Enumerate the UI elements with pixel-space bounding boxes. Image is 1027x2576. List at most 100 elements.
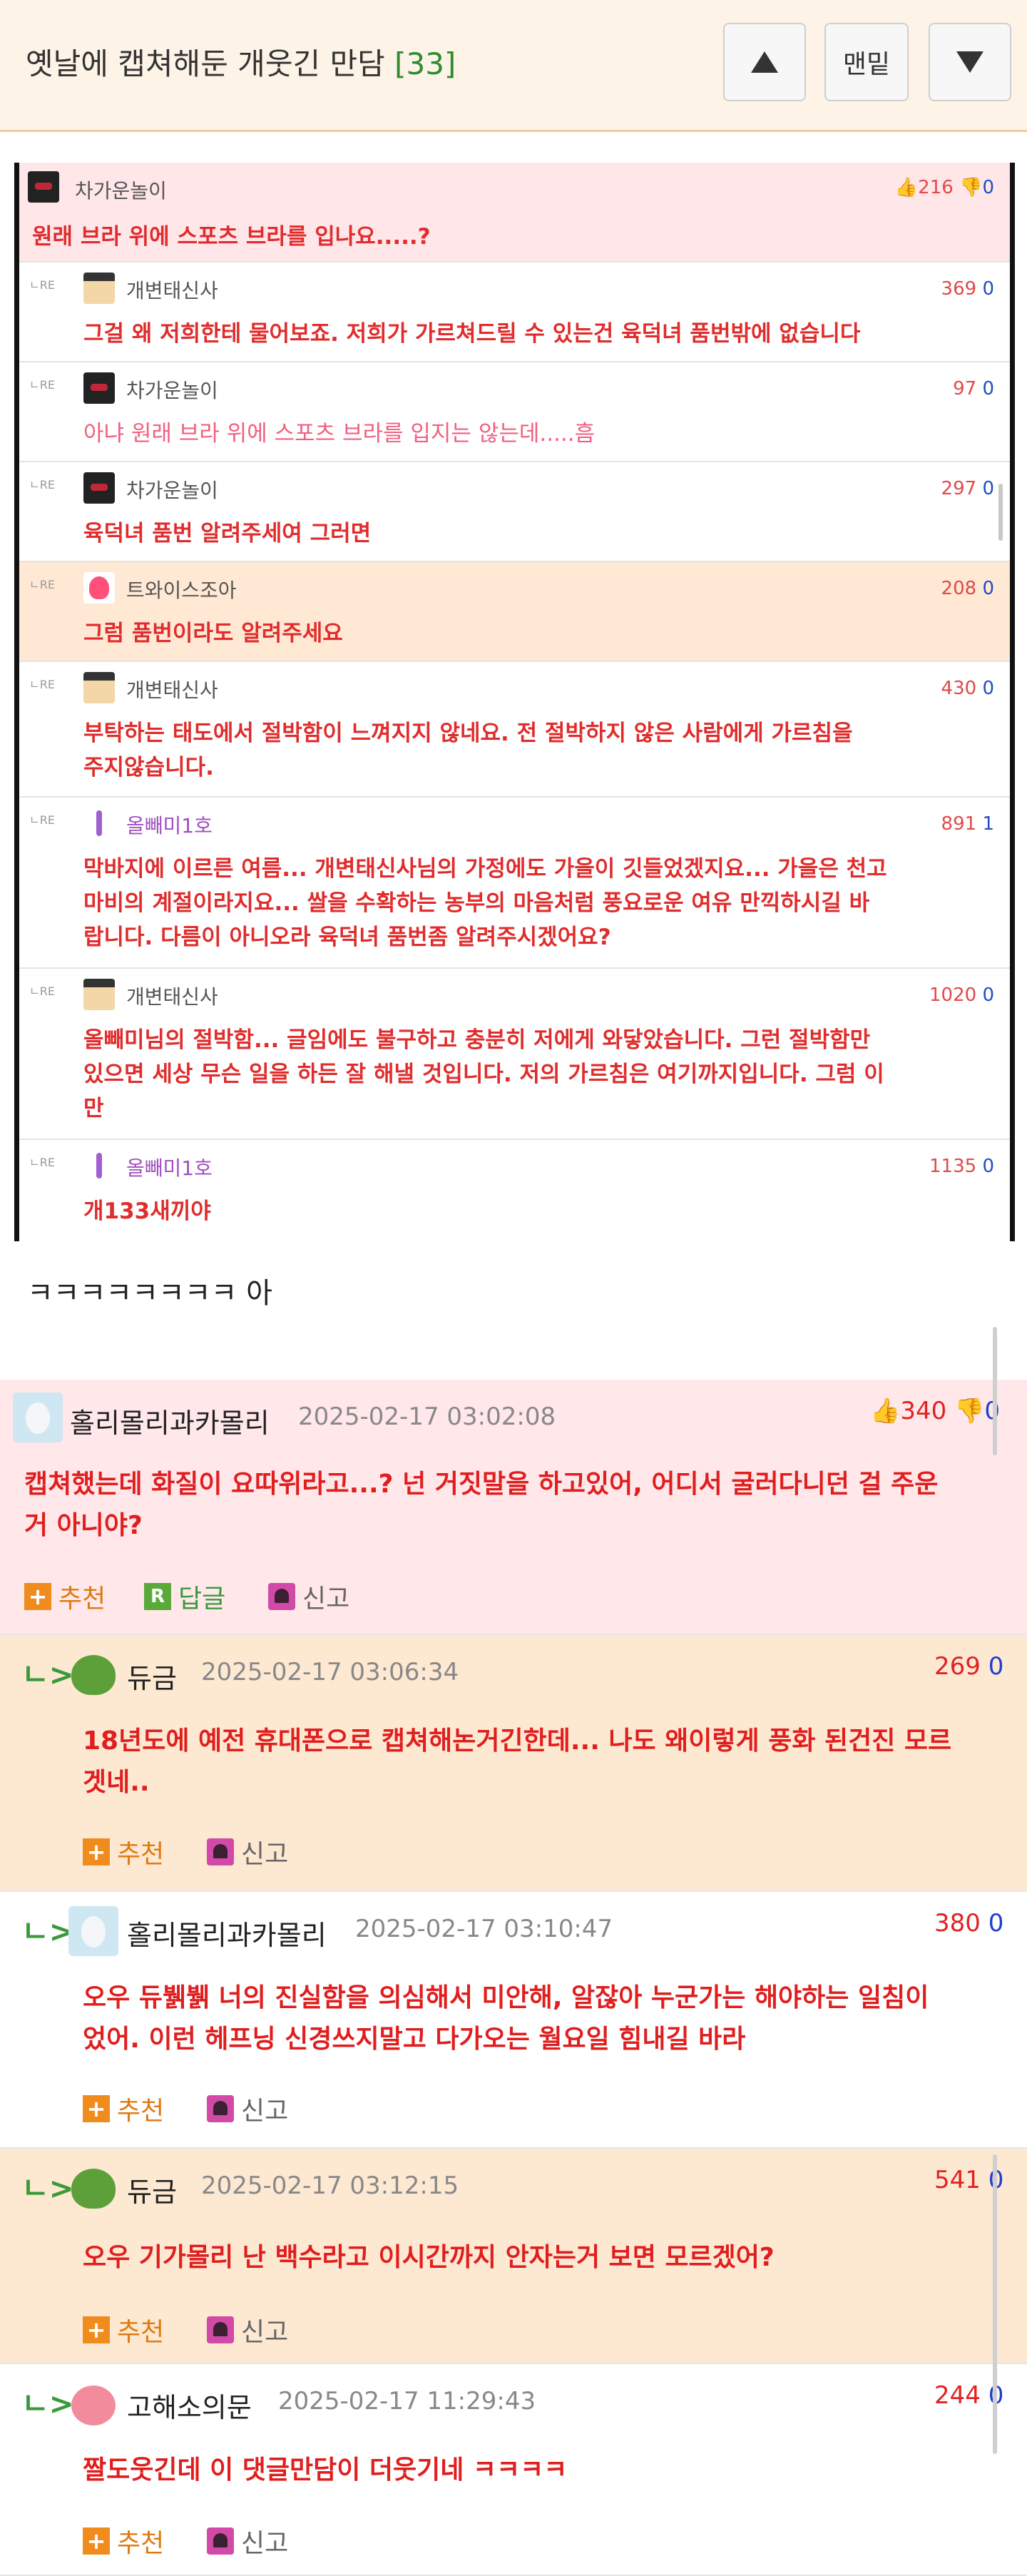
shot-nickname: 올빼미1호: [126, 1156, 213, 1180]
comment-date: 2025-02-17 03:06:34: [201, 1658, 459, 1686]
recommend-button[interactable]: + 추천: [83, 2522, 164, 2560]
page-scrollbar[interactable]: [993, 1327, 997, 1455]
report-button[interactable]: 신고: [207, 2090, 288, 2127]
comment-votes: 👍340 👎0: [870, 1397, 1000, 1425]
report-icon: [207, 2095, 234, 2122]
shot-nickname: 차가운놀이: [75, 179, 167, 203]
comment-nickname[interactable]: 고해소의문: [127, 2386, 252, 2425]
comment-item: 홀리몰리과카몰리 2025-02-17 03:02:08 👍340 👎0 캡쳐했…: [0, 1380, 1027, 1635]
reply-icon: R: [144, 1583, 171, 1610]
scroll-up-button[interactable]: [723, 23, 806, 101]
shot-comment: ㄴRE 개변태신사 369 0 그걸 왜 저희한테 물어보죠. 저희가 가르쳐드…: [19, 263, 1010, 362]
re-label: ㄴRE: [29, 813, 55, 827]
comment-nickname[interactable]: 듀금: [127, 1656, 177, 1696]
shot-comment-text: 육덕녀 품번 알려주세여 그러면: [83, 521, 372, 546]
shot-comment-text: 그걸 왜 저희한테 물어보죠. 저희가 가르쳐드릴 수 있는건 육덕녀 품번밖에…: [83, 321, 861, 347]
report-icon: [207, 2316, 234, 2343]
shot-comment-text: 마비의 계절이라지요... 쌀을 수확하는 농부의 마음처럼 풍요로운 여유 만…: [83, 890, 870, 916]
recommend-button[interactable]: + 추천: [83, 2090, 164, 2127]
re-label: ㄴRE: [29, 378, 55, 392]
comment-count[interactable]: [33]: [394, 46, 456, 81]
shot-comment-text: 막바지에 이르른 여름... 개변태신사님의 가정에도 가을이 깃들었겠지요..…: [83, 856, 887, 882]
shot-nickname: 개변태신사: [126, 678, 218, 702]
report-button[interactable]: 신고: [207, 1833, 288, 1870]
reply-arrow-icon: ㄴ>: [21, 2171, 74, 2206]
go-bottom-button[interactable]: 맨밑: [824, 23, 909, 101]
post-title-text: 옛날에 캡쳐해둔 개웃긴 만담: [26, 46, 385, 81]
comment-item: ㄴ> 홀리몰리과카몰리 2025-02-17 03:10:47 380 0 오우…: [0, 1892, 1027, 2149]
shot-comment: ㄴRE 개변태신사 430 0 부탁하는 태도에서 절박함이 느껴지지 않네요.…: [19, 662, 1010, 798]
thumb-up-icon: 👍: [870, 1397, 901, 1425]
avatar: [83, 273, 115, 304]
re-label: ㄴRE: [29, 578, 55, 591]
re-label: ㄴRE: [29, 678, 55, 691]
avatar: [83, 1150, 115, 1181]
re-label: ㄴRE: [29, 1156, 55, 1169]
comment-date: 2025-02-17 11:29:43: [278, 2387, 536, 2415]
comment-text: 겟네..: [83, 1768, 150, 1797]
report-button[interactable]: 신고: [268, 1578, 349, 1615]
shot-votes: 430 0: [941, 678, 994, 699]
shot-comment-text: 그럼 품번이라도 알려주세요: [83, 621, 343, 646]
shot-votes: 97 0: [953, 378, 994, 399]
post-body-text: ㅋㅋㅋㅋㅋㅋㅋㅋ 아: [27, 1277, 272, 1310]
shot-comment-text: 아냐 원래 브라 위에 스포츠 브라를 입지는 않는데.....흠: [83, 421, 596, 447]
shot-comment: ㄴRE 트와이스조아 208 0 그럼 품번이라도 알려주세요: [19, 562, 1010, 662]
avatar[interactable]: [68, 2163, 118, 2213]
avatar: [83, 472, 115, 504]
shot-nickname: 올빼미1호: [126, 814, 213, 838]
report-button[interactable]: 신고: [207, 2522, 288, 2560]
post-title: 옛날에 캡쳐해둔 개웃긴 만담 [33]: [26, 40, 456, 83]
comment-date: 2025-02-17 03:12:15: [201, 2172, 459, 2200]
shot-comment: ㄴRE 올빼미1호 1135 0 개133새끼야: [19, 1140, 1010, 1241]
page-scrollbar[interactable]: [993, 2154, 997, 2454]
shot-comment-text: 있으면 세상 무슨 일을 하든 잘 해낼 것입니다. 저의 가르침은 여기까지입…: [83, 1062, 884, 1087]
shot-nickname: 차가운놀이: [126, 479, 218, 502]
avatar: [83, 372, 115, 404]
shot-comment: ㄴRE 올빼미1호 891 1 막바지에 이르른 여름... 개변태신사님의 가…: [19, 798, 1010, 969]
plus-icon: +: [83, 2527, 110, 2555]
comment-nickname[interactable]: 듀금: [127, 2170, 177, 2209]
shot-comment: ㄴRE 차가운놀이 97 0 아냐 원래 브라 위에 스포츠 브라를 입지는 않…: [19, 362, 1010, 462]
recommend-button[interactable]: + 추천: [83, 2311, 164, 2348]
post-header: 옛날에 캡쳐해둔 개웃긴 만담 [33] 맨밑: [0, 0, 1027, 132]
avatar[interactable]: [68, 1649, 118, 1699]
avatar: [83, 979, 115, 1010]
reply-arrow-icon: ㄴ>: [21, 1657, 74, 1692]
avatar: [83, 808, 115, 839]
report-icon: [207, 1838, 234, 1865]
shot-comment-text: 랍니다. 다름이 아니오라 육덕녀 품번좀 알려주시겠어요?: [83, 925, 611, 950]
comment-date: 2025-02-17 03:10:47: [355, 1915, 613, 1943]
shot-comment: 차가운놀이 👍216 👎0 원래 브라 위에 스포츠 브라를 입나요.....?: [19, 163, 1010, 263]
reply-button[interactable]: R 답글: [144, 1578, 225, 1615]
shot-scrollbar: [998, 484, 1003, 541]
plus-icon: +: [83, 1838, 110, 1865]
recommend-button[interactable]: + 추천: [83, 1833, 164, 1870]
embedded-screenshot: 차가운놀이 👍216 👎0 원래 브라 위에 스포츠 브라를 입나요.....?…: [14, 163, 1015, 1241]
shot-comment-text: 올빼미님의 절박함... 글임에도 불구하고 충분히 저에게 와닿았습니다. 그…: [83, 1027, 871, 1053]
comment-text: 18년도에 예전 휴대폰으로 캡쳐해논거긴한데... 나도 왜이렇게 풍화 된건…: [83, 1726, 952, 1756]
shot-comment-text: 만: [83, 1096, 104, 1121]
comment-text: 오우 기가몰리 난 백수라고 이시간까지 안자는거 보면 모르겠어?: [83, 2243, 775, 2272]
shot-nickname: 개변태신사: [126, 985, 218, 1009]
comment-item: ㄴ> 고해소의문 2025-02-17 11:29:43 244 0 짤도웃긴데…: [0, 2364, 1027, 2576]
avatar[interactable]: [68, 2378, 118, 2428]
shot-votes: 208 0: [941, 578, 994, 599]
shot-votes: 297 0: [941, 478, 994, 499]
comment-nickname[interactable]: 홀리몰리과카몰리: [127, 1913, 327, 1953]
comment-item: ㄴ> 듀금 2025-02-17 03:06:34 269 0 18년도에 예전…: [0, 1635, 1027, 1892]
shot-votes: 1020 0: [929, 984, 994, 1006]
avatar[interactable]: [13, 1393, 63, 1442]
shot-votes: 1135 0: [929, 1156, 994, 1177]
avatar[interactable]: [68, 1906, 118, 1956]
avatar: [83, 572, 115, 604]
scroll-down-button[interactable]: [929, 23, 1011, 101]
comment-nickname[interactable]: 홀리몰리과카몰리: [70, 1401, 270, 1440]
recommend-button[interactable]: + 추천: [24, 1578, 106, 1615]
shot-comment-text: 원래 브라 위에 스포츠 브라를 입나요.....?: [32, 224, 431, 250]
plus-icon: +: [83, 2316, 110, 2343]
comment-votes: 380 0: [934, 1909, 1004, 1938]
report-button[interactable]: 신고: [207, 2311, 288, 2348]
arrow-down-icon: [956, 51, 983, 73]
shot-comment-text: 개133새끼야: [83, 1198, 211, 1224]
